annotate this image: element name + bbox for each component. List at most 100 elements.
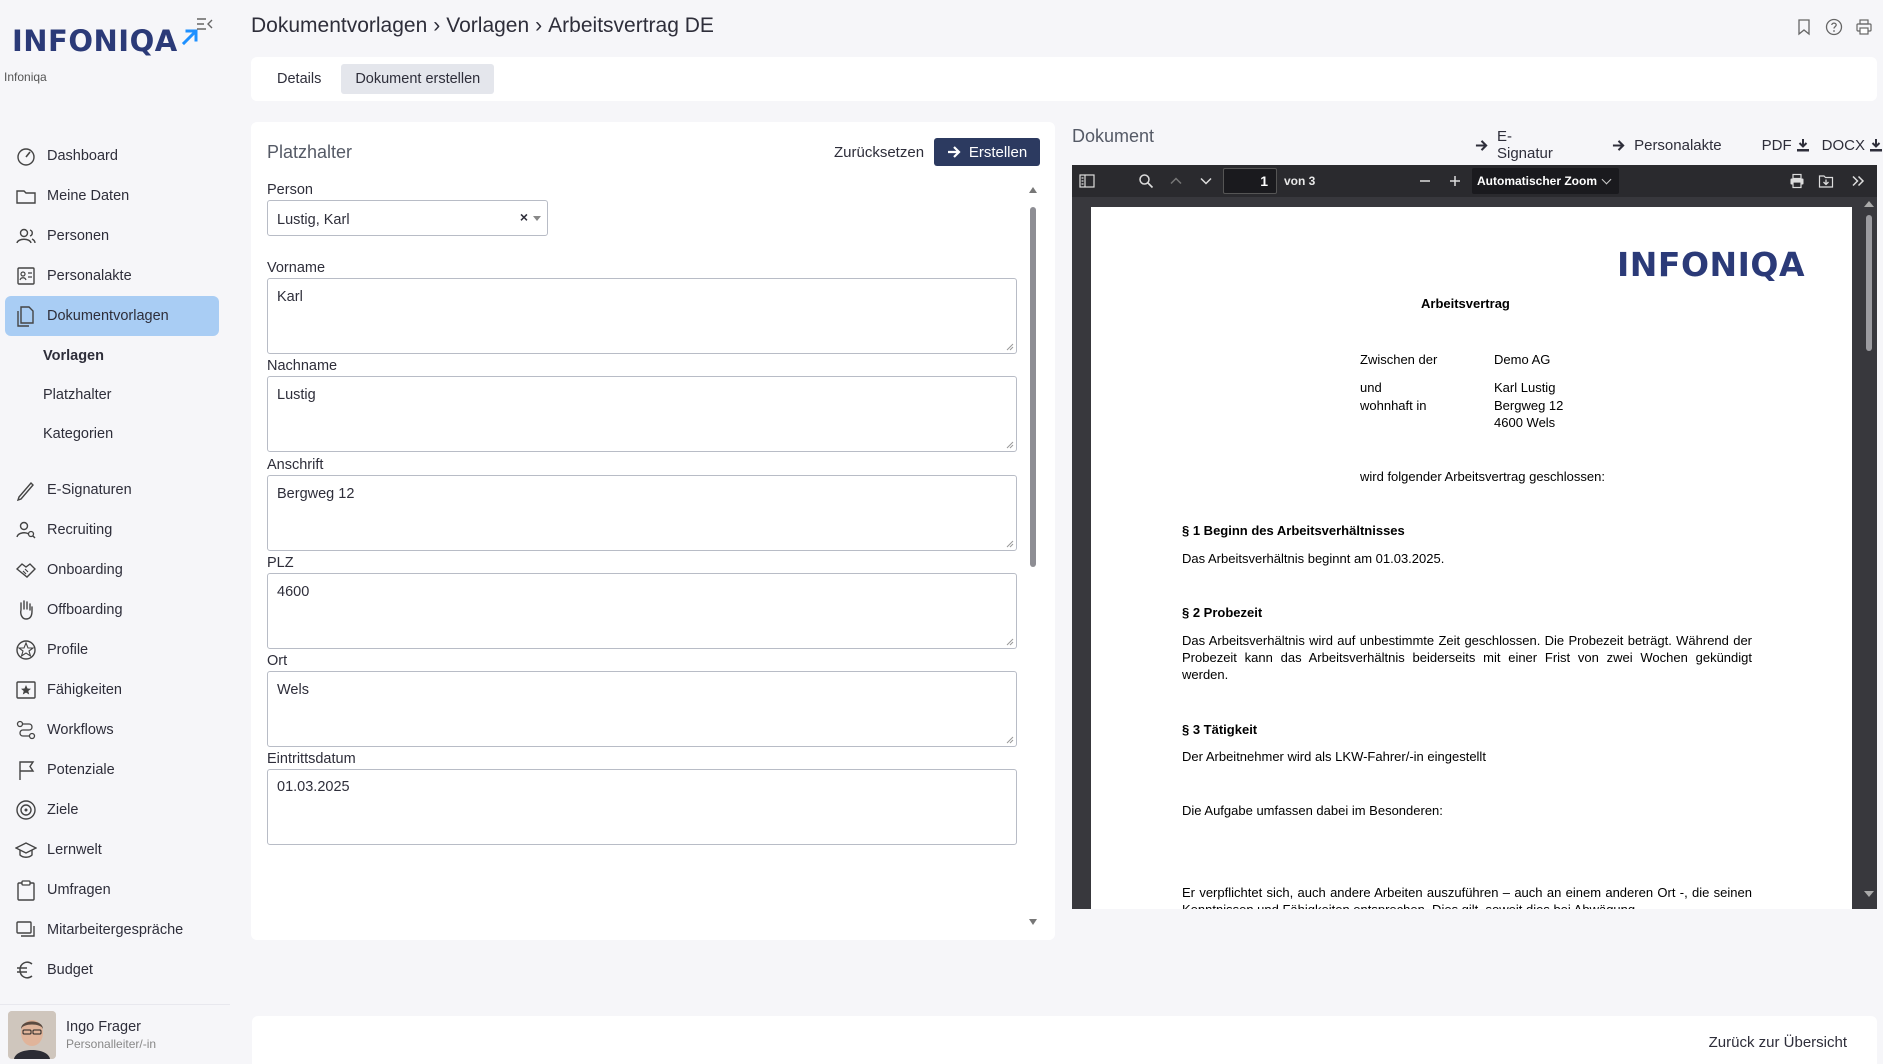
sidebar-item-lernwelt[interactable]: Lernwelt [5, 830, 219, 870]
reset-button[interactable]: Zurücksetzen [834, 144, 924, 161]
breadcrumb-vorlagen[interactable]: Vorlagen [446, 14, 529, 38]
resize-grip-icon[interactable] [1006, 343, 1014, 351]
pdf-between-label: Zwischen der [1360, 352, 1438, 367]
sidebar-subitem-kategorien[interactable]: Kategorien [43, 422, 113, 446]
pdf-between-value: Demo AG [1494, 352, 1551, 367]
sidebar-item-personalakte[interactable]: Personalakte [5, 256, 219, 296]
personnel-file-label: Personalakte [1634, 136, 1722, 154]
sidebar-item-label: Profile [47, 642, 89, 658]
sidebar-item-label: Umfragen [47, 882, 111, 898]
sidebar-item-dokumentvorlagen[interactable]: Dokumentvorlagen [5, 296, 219, 336]
pdf-employee-street: Bergweg 12 [1494, 398, 1564, 413]
eintrittsdatum-field[interactable]: 01.03.2025 [267, 769, 1017, 845]
pdf-section-1-text: Das Arbeitsverhältnis beginnt am 01.03.2… [1182, 551, 1445, 566]
help-icon[interactable] [1825, 18, 1843, 36]
save-icon[interactable] [1818, 173, 1834, 189]
scroll-down-icon[interactable] [1864, 891, 1874, 897]
bookmark-icon[interactable] [1795, 18, 1813, 36]
arrow-right-icon [947, 145, 961, 159]
flag-icon [14, 758, 38, 782]
form-scrollbar[interactable] [1027, 187, 1039, 925]
clear-icon[interactable]: × [520, 209, 528, 225]
sidebar-item-label: Dokumentvorlagen [47, 308, 169, 324]
sidebar-item-profile[interactable]: Profile [5, 630, 219, 670]
scroll-up-icon[interactable] [1864, 201, 1874, 207]
sidebar-item-budget[interactable]: Budget [5, 950, 219, 990]
sidebar-item-offboarding[interactable]: Offboarding [5, 590, 219, 630]
scrollbar-thumb[interactable] [1866, 215, 1872, 351]
sidebar-item-recruiting[interactable]: Recruiting [5, 510, 219, 550]
arrow-right-icon [1612, 139, 1625, 152]
sidebar-item-meine-daten[interactable]: Meine Daten [5, 176, 219, 216]
sidebar-item-mitarbeitergespraeche[interactable]: Mitarbeitergespräche [5, 910, 219, 950]
form-title: Platzhalter [267, 142, 353, 162]
zoom-in-icon[interactable] [1447, 173, 1463, 189]
resize-grip-icon[interactable] [1006, 441, 1014, 449]
sidebar-item-ziele[interactable]: Ziele [5, 790, 219, 830]
person-label: Person [267, 182, 313, 198]
scrollbar-thumb[interactable] [1030, 207, 1036, 567]
scroll-up-icon[interactable] [1029, 187, 1037, 193]
sidebar-item-personen[interactable]: Personen [5, 216, 219, 256]
infoniqa-logo[interactable]: INFONIQA [12, 24, 200, 58]
docx-download-button[interactable]: DOCX [1822, 137, 1883, 154]
sidebar-item-onboarding[interactable]: Onboarding [5, 550, 219, 590]
search-icon[interactable] [1138, 173, 1154, 189]
download-icon [1796, 138, 1810, 152]
breadcrumb-dokumentvorlagen[interactable]: Dokumentvorlagen [251, 14, 427, 38]
sidebar-subitem-platzhalter[interactable]: Platzhalter [43, 383, 112, 407]
ort-field[interactable]: Wels [267, 671, 1017, 747]
sidebar-item-potenziale[interactable]: Potenziale [5, 750, 219, 790]
sidebar-item-faehigkeiten[interactable]: Fähigkeiten [5, 670, 219, 710]
vorname-label: Vorname [267, 260, 326, 276]
pdf-scrollbar[interactable] [1860, 197, 1877, 909]
sidebar-subitem-vorlagen[interactable]: Vorlagen [43, 344, 104, 368]
create-button[interactable]: Erstellen [934, 138, 1040, 166]
breadcrumb-current: Arbeitsvertrag DE [548, 14, 714, 37]
personnel-file-button[interactable]: Personalakte [1612, 137, 1722, 154]
nachname-label: Nachname [267, 358, 338, 374]
resize-grip-icon[interactable] [1006, 638, 1014, 646]
zoom-select[interactable]: Automatischer Zoom [1472, 168, 1619, 194]
pdf-closing: wird folgender Arbeitsvertrag geschlosse… [1360, 469, 1605, 484]
sidebar-toggle-icon[interactable] [1079, 173, 1095, 189]
tab-dokument-erstellen[interactable]: Dokument erstellen [341, 64, 495, 94]
more-tools-icon[interactable] [1850, 173, 1866, 189]
sidebar-item-label: Budget [47, 962, 93, 978]
sidebar-item-dashboard[interactable]: Dashboard [5, 136, 219, 176]
ort-label: Ort [267, 653, 288, 669]
ort-value: Wels [277, 682, 309, 698]
tab-bar: Details Dokument erstellen [251, 57, 1877, 101]
documents-icon [14, 304, 38, 328]
target-icon [14, 798, 38, 822]
sidebar-item-e-signaturen[interactable]: E-Signaturen [5, 470, 219, 510]
person-select[interactable]: Lustig, Karl × [267, 200, 548, 236]
plz-field[interactable]: 4600 [267, 573, 1017, 649]
vorname-field[interactable]: Karl [267, 278, 1017, 354]
sidebar-item-workflows[interactable]: Workflows [5, 710, 219, 750]
collapse-sidebar-icon[interactable] [195, 15, 215, 33]
next-page-icon[interactable] [1198, 173, 1214, 189]
user-profile[interactable]: Ingo Frager Personalleiter/-in [0, 1004, 230, 1064]
resize-grip-icon[interactable] [1006, 540, 1014, 548]
previous-page-icon[interactable] [1168, 173, 1184, 189]
resize-grip-icon[interactable] [1006, 736, 1014, 744]
pdf-other-work-text: Er verpflichtet sich, auch andere Arbeit… [1182, 885, 1752, 909]
sidebar-item-umfragen[interactable]: Umfragen [5, 870, 219, 910]
tab-details[interactable]: Details [263, 64, 335, 94]
pdf-toolbar: 1 von 3 Automatischer Zoom [1072, 165, 1877, 197]
plz-value: 4600 [277, 584, 310, 600]
e-signature-button[interactable]: E-Signatur [1475, 128, 1567, 162]
profile-icon [14, 638, 38, 662]
page-number-input[interactable]: 1 [1223, 168, 1277, 194]
star-icon [14, 678, 38, 702]
print-icon[interactable] [1789, 173, 1805, 189]
back-to-overview-button[interactable]: Zurück zur Übersicht [1709, 1034, 1847, 1051]
zoom-out-icon[interactable] [1417, 173, 1433, 189]
nachname-field[interactable]: Lustig [267, 376, 1017, 452]
pdf-download-button[interactable]: PDF [1762, 137, 1810, 154]
anschrift-field[interactable]: Bergweg 12 [267, 475, 1017, 551]
nachname-value: Lustig [277, 387, 316, 403]
scroll-down-icon[interactable] [1029, 919, 1037, 925]
print-icon[interactable] [1855, 18, 1873, 36]
